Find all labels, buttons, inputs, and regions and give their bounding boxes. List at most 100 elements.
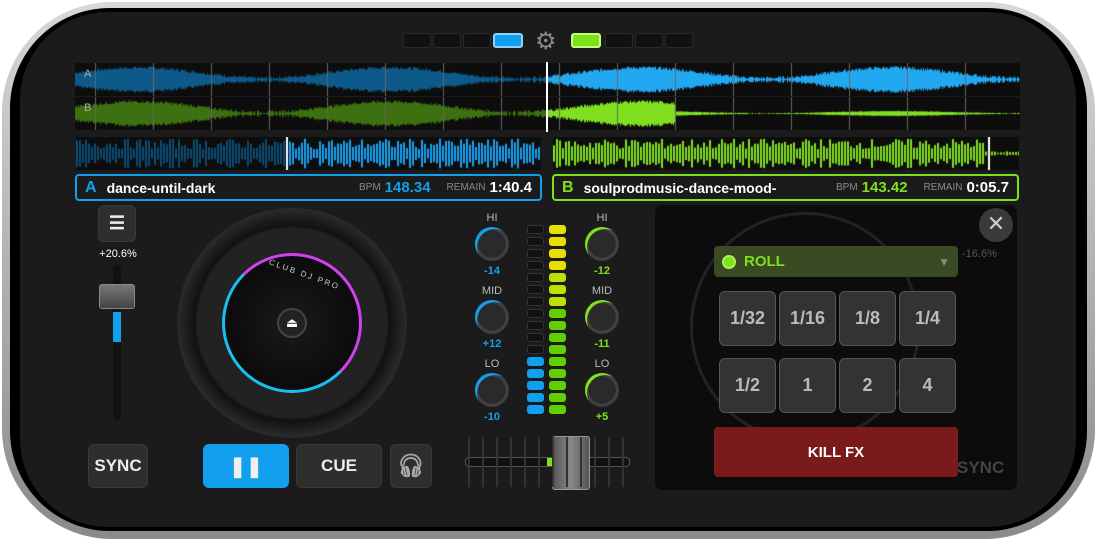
vu-segment-b	[549, 321, 566, 330]
tick	[566, 437, 568, 487]
vu-segment-b	[549, 345, 566, 354]
deck-a-cue-button[interactable]: CUE	[296, 444, 382, 488]
deck-a-headphones-button[interactable]: 🎧︎	[390, 444, 432, 488]
kill-fx-button[interactable]: KILL FX	[714, 427, 958, 477]
bpm-label: BPM	[835, 182, 858, 193]
vu-segment-b	[549, 285, 566, 294]
crossfader-handle[interactable]	[551, 436, 590, 490]
tick	[622, 437, 624, 487]
vu-segment-b	[549, 393, 566, 402]
close-icon: ✕	[986, 211, 1006, 236]
fx-effect-name: ROLL	[744, 253, 785, 270]
deck-a-play-button[interactable]: ❚❚	[203, 444, 289, 488]
eq-knob[interactable]	[475, 300, 509, 334]
vu-segment-a	[527, 333, 544, 342]
fx-beat-button[interactable]: 1/8	[839, 291, 896, 346]
deck-b-pitch-value: -16.6%	[962, 248, 997, 260]
fx-active-indicator	[722, 254, 736, 269]
deck-slot[interactable]	[605, 33, 633, 48]
tick	[580, 437, 582, 487]
eq-label: HI	[486, 212, 498, 224]
tick	[552, 437, 554, 487]
overview-b-label: B	[84, 102, 92, 114]
fx-beat-button[interactable]: 1/32	[719, 291, 776, 346]
vu-segment-a	[527, 309, 544, 318]
fx-beat-button[interactable]: 1	[779, 358, 836, 413]
deck-slot[interactable]	[433, 33, 461, 48]
vu-segment-b	[549, 297, 566, 306]
headphones-icon: 🎧︎	[397, 453, 425, 478]
remain-label: REMAIN	[923, 182, 963, 193]
deck-b-letter: B	[562, 178, 574, 196]
vu-segment-b	[549, 273, 566, 282]
deck-a-jog-wheel[interactable]: CLUB DJ PRO ⏏	[177, 208, 407, 438]
deck-b-title: soulprodmusic-dance-mood-	[583, 179, 777, 196]
tick	[482, 437, 484, 487]
tick	[524, 437, 526, 487]
vu-segment-a	[527, 369, 544, 378]
deck-a-info: A dance-until-dark BPM 148.34 REMAIN 1:4…	[75, 174, 542, 201]
eject-icon[interactable]: ⏏	[277, 308, 307, 338]
deck-slot[interactable]	[665, 33, 693, 48]
waveform-a[interactable]	[76, 137, 541, 170]
eq-value: +5	[595, 411, 609, 423]
vu-segment-a	[527, 273, 544, 282]
tick	[510, 437, 512, 487]
deck-slot[interactable]	[635, 33, 663, 48]
eq-value: -12	[594, 265, 610, 277]
deck-slot[interactable]	[493, 33, 523, 48]
fx-effect-dropdown[interactable]: ROLL ▼	[714, 246, 958, 277]
fx-beat-button[interactable]: 2	[839, 358, 896, 413]
eq-label: MID	[591, 285, 613, 297]
eq-knob[interactable]	[475, 373, 509, 407]
eq-label: LO	[594, 358, 610, 370]
deck-a-pitch-value: +20.6%	[99, 248, 137, 260]
vu-segment-a	[527, 237, 544, 246]
fx-beat-button[interactable]: 1/16	[779, 291, 836, 346]
vu-segment-b	[549, 333, 566, 342]
vu-segment-b	[549, 357, 566, 366]
fx-beat-button[interactable]: 1/2	[719, 358, 776, 413]
deck-a-sync-button[interactable]: SYNC	[88, 444, 148, 488]
vu-segment-a	[527, 405, 544, 414]
deck-slot[interactable]	[571, 33, 601, 48]
fx-beat-button[interactable]: 1/4	[899, 291, 956, 346]
eq-value: -11	[594, 338, 610, 350]
eq-knob[interactable]	[585, 373, 619, 407]
waveform-b[interactable]	[553, 137, 1019, 170]
tick	[496, 437, 498, 487]
deck-slot[interactable]	[463, 33, 491, 48]
sliders-icon: ☰	[108, 213, 126, 233]
eq-knob[interactable]	[585, 227, 619, 261]
close-fx-button[interactable]: ✕	[979, 208, 1013, 242]
vu-segment-b	[549, 381, 566, 390]
overview-a-label: A	[84, 68, 92, 80]
playhead	[546, 62, 548, 132]
tick	[468, 437, 470, 487]
vu-segment-a	[527, 249, 544, 258]
vu-segment-a	[527, 345, 544, 354]
tick	[538, 437, 540, 487]
deck-a-fx-settings-button[interactable]: ☰	[98, 205, 136, 242]
eq-label: MID	[481, 285, 503, 297]
vu-segment-b	[549, 405, 566, 414]
fx-beat-button[interactable]: 4	[899, 358, 956, 413]
eq-knob[interactable]	[475, 227, 509, 261]
eq-knob[interactable]	[585, 300, 619, 334]
deck-slot[interactable]	[403, 33, 431, 48]
vu-segment-b	[549, 249, 566, 258]
vu-segment-a	[527, 297, 544, 306]
deck-a-bpm: 148.34	[384, 179, 431, 196]
vu-segment-a	[527, 285, 544, 294]
deck-b-info: B soulprodmusic-dance-mood- BPM 143.42 R…	[552, 174, 1019, 201]
vu-segment-b	[549, 237, 566, 246]
vu-segment-a	[527, 225, 544, 234]
deck-b-remain: 0:05.7	[966, 179, 1009, 196]
pitch-slider-handle[interactable]	[99, 284, 135, 309]
chevron-down-icon: ▼	[938, 254, 950, 269]
vu-segment-a	[527, 321, 544, 330]
vu-segment-a	[527, 393, 544, 402]
eq-label: HI	[596, 212, 608, 224]
vu-segment-b	[549, 261, 566, 270]
gear-icon[interactable]: ⚙	[535, 27, 557, 56]
